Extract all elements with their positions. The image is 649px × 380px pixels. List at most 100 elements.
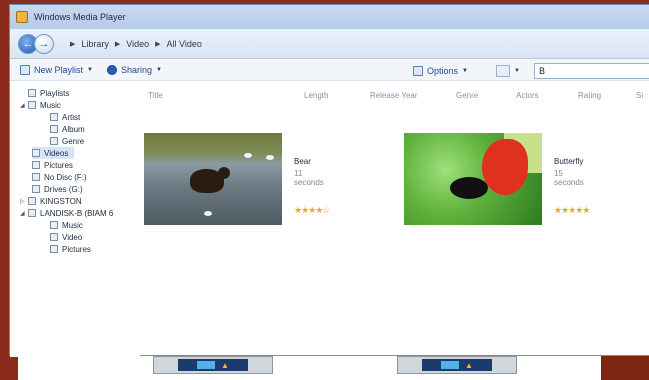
bird-figure (244, 153, 252, 158)
sidebar-item-label: KINGSTON (40, 196, 82, 206)
sidebar-item-artist[interactable]: Artist (50, 111, 80, 123)
column-release-year[interactable]: Release Year (370, 91, 418, 100)
breadcrumb-library[interactable]: Library (81, 39, 109, 49)
sidebar-item-playlists[interactable]: Playlists (28, 87, 69, 99)
sidebar-item-kingston[interactable]: ▷ KINGSTON (20, 195, 82, 207)
video-thumbnail[interactable] (144, 133, 282, 225)
sharing-icon (106, 64, 117, 75)
rating-stars[interactable]: ★★★★★ (554, 205, 590, 216)
display-indicator-icon (441, 361, 460, 369)
sidebar-item-album[interactable]: Album (50, 123, 85, 135)
player-controls-bar[interactable]: ▲ (397, 356, 517, 374)
bird-figure (266, 155, 274, 160)
expand-arrow-icon[interactable]: ▷ (20, 198, 26, 205)
sidebar-item-label: Playlists (40, 88, 70, 98)
player-controls-inner: ▲ (422, 359, 492, 371)
video-thumbnail[interactable] (404, 133, 542, 225)
sidebar-item-no-disc[interactable]: No Disc (F:) (32, 171, 87, 183)
media-player-icon (16, 11, 28, 23)
column-rating[interactable]: Rating (578, 91, 601, 100)
sidebar-item-landisk-music[interactable]: Music (50, 219, 83, 231)
breadcrumb: ▶ Library ▶ Video ▶ All Video (64, 39, 202, 49)
video-title: Bear (294, 157, 311, 166)
playlist-icon (28, 89, 36, 97)
sidebar-item-label: Video (62, 232, 83, 242)
chevron-right-icon: ▶ (155, 40, 161, 48)
usb-drive-icon (28, 197, 36, 205)
video-duration: 11 seconds (294, 169, 324, 187)
butterfly-wing (482, 139, 528, 195)
sidebar-item-pictures[interactable]: Pictures (32, 159, 73, 171)
sidebar-item-label: No Disc (F:) (44, 172, 87, 182)
expand-arrow-icon[interactable]: ◢ (20, 102, 26, 109)
bear-head (218, 167, 230, 179)
video-title: Butterfly (554, 157, 584, 166)
navigation-pane: Playlists ◢ Music Artist Album Genre Vid… (10, 85, 140, 357)
desktop-background (0, 355, 649, 380)
column-title[interactable]: Title (148, 91, 163, 100)
sidebar-item-music[interactable]: ◢ Music (20, 99, 61, 111)
breadcrumb-all-video[interactable]: All Video (167, 39, 202, 49)
disc-drive-icon (32, 173, 40, 181)
warning-icon: ▲ (465, 360, 473, 370)
sidebar-item-label: Music (40, 100, 61, 110)
desktop-edge-right (601, 355, 649, 380)
artist-icon (50, 113, 58, 121)
column-actors[interactable]: Actors (516, 91, 539, 100)
video-icon (50, 233, 58, 241)
sidebar-item-label: Pictures (62, 244, 91, 254)
dropdown-arrow-icon[interactable]: ▼ (87, 67, 93, 73)
column-genre[interactable]: Genre (456, 91, 478, 100)
music-note-icon (50, 221, 58, 229)
options-button[interactable]: Options ▼ (413, 66, 468, 76)
media-player-window: Windows Media Player ← → ▶ Library ▶ Vid… (9, 4, 649, 357)
bird-figure (204, 211, 212, 216)
toolbar: New Playlist ▼ Sharing ▼ Options ▼ ▼ (10, 59, 649, 81)
breadcrumb-video[interactable]: Video (126, 39, 149, 49)
sidebar-item-label: Drives (G:) (44, 184, 83, 194)
forward-arrow-icon[interactable]: → (34, 33, 54, 54)
view-dropdown-icon[interactable]: ▼ (514, 68, 520, 74)
disc-drive-icon (32, 185, 40, 193)
new-playlist-label: New Playlist (34, 64, 84, 75)
sidebar-item-label: Music (62, 220, 83, 230)
navigation-bar: ← → ▶ Library ▶ Video ▶ All Video (10, 29, 649, 59)
sidebar-item-landisk-pictures[interactable]: Pictures (50, 243, 91, 255)
sidebar-item-drives[interactable]: Drives (G:) (32, 183, 83, 195)
sidebar-item-label: LANDISK-B (BIAM 6 (40, 208, 114, 218)
sidebar-item-label: Artist (62, 112, 81, 122)
sidebar-item-genre[interactable]: Genre (50, 135, 84, 147)
dropdown-arrow-icon: ▼ (462, 68, 468, 74)
expand-arrow-icon[interactable]: ◢ (20, 210, 26, 217)
pictures-icon (32, 161, 40, 169)
chevron-right-icon: ▶ (70, 40, 76, 48)
options-icon (413, 66, 423, 76)
toolbar-right: Options ▼ ▼ (413, 63, 649, 79)
window-title: Windows Media Player (34, 12, 126, 22)
column-size[interactable]: Si (636, 91, 643, 100)
warning-icon: ▲ (221, 360, 229, 370)
column-length[interactable]: Length (304, 91, 328, 100)
new-playlist-button[interactable]: New Playlist ▼ (20, 64, 93, 75)
player-controls-bar[interactable]: ▲ (153, 356, 273, 374)
rating-stars[interactable]: ★★★★☆ (294, 205, 330, 216)
column-headers: Title Length Release Year Genre Actors R… (148, 89, 649, 105)
sharing-label: Sharing (120, 64, 152, 75)
playlist-icon (20, 64, 30, 75)
player-controls-inner: ▲ (178, 359, 248, 371)
title-bar: Windows Media Player (10, 5, 649, 29)
search-input[interactable] (533, 63, 649, 79)
video-tile-butterfly[interactable]: Butterfly 15 seconds ★★★★★ (404, 133, 590, 225)
video-icon (32, 149, 40, 157)
sidebar-item-label: Album (62, 124, 85, 134)
view-options-icon[interactable] (495, 65, 510, 77)
options-label: Options (427, 66, 459, 76)
sidebar-item-landisk-video[interactable]: Video (50, 231, 82, 243)
sidebar-item-videos[interactable]: Videos (32, 147, 75, 159)
desktop-edge-left (0, 355, 18, 380)
video-tile-bear[interactable]: Bear 11 seconds ★★★★☆ (144, 133, 330, 225)
pictures-icon (50, 245, 58, 253)
video-duration: 15 seconds (554, 169, 584, 187)
sharing-button[interactable]: Sharing ▼ (106, 64, 162, 75)
sidebar-item-landisk[interactable]: ◢ LANDISK-B (BIAM 6 (20, 207, 113, 219)
